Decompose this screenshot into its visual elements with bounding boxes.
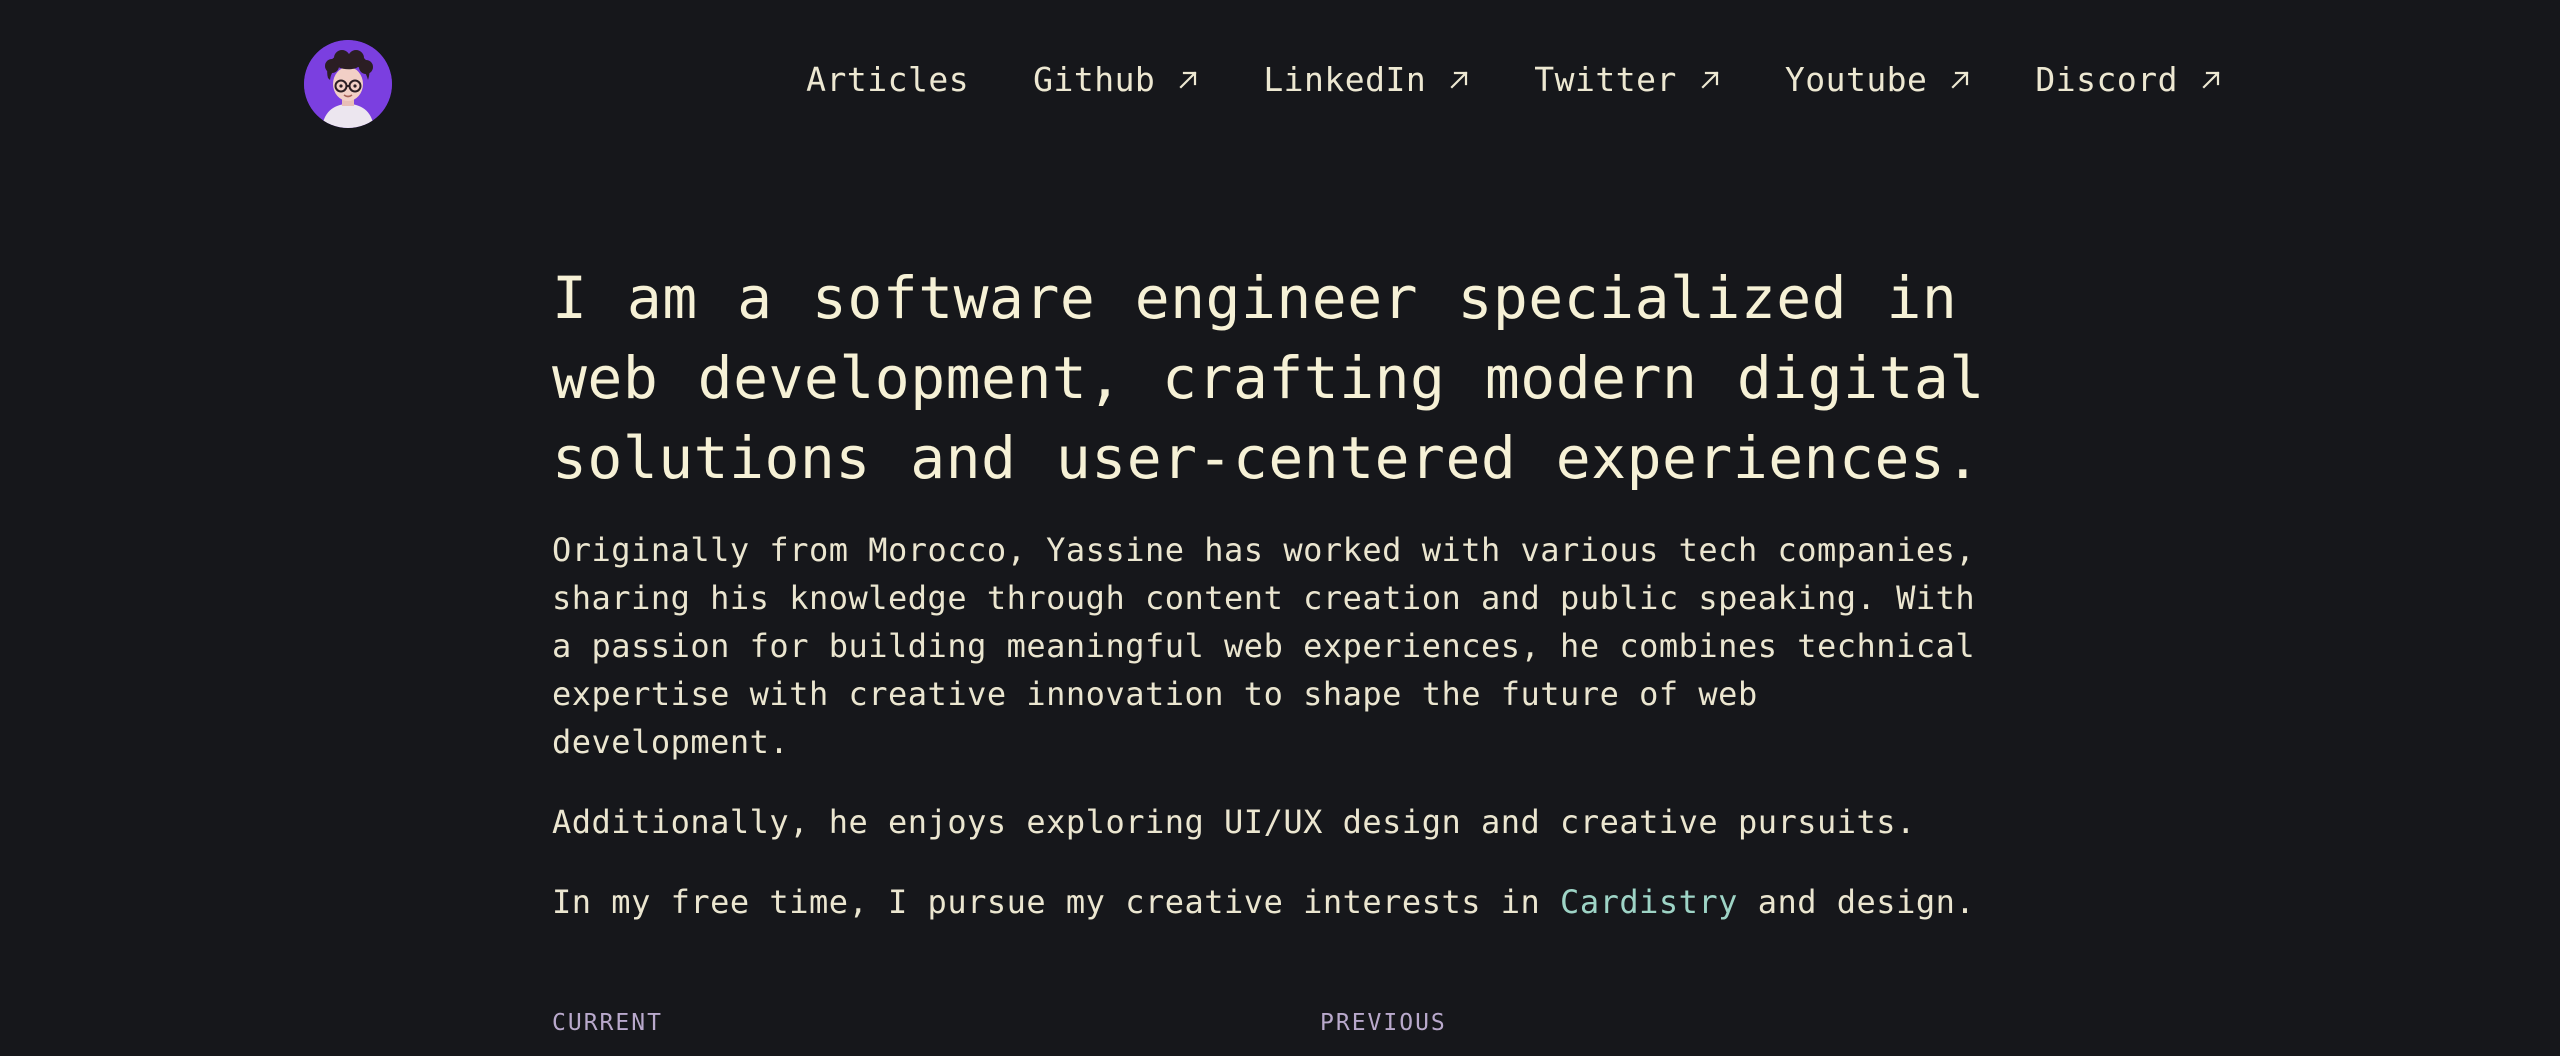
- external-arrow-icon: [1951, 70, 1969, 89]
- bio-paragraph: Originally from Morocco, Yassine has wor…: [552, 531, 1976, 761]
- nav-linkedin-label: LinkedIn: [1263, 60, 1427, 99]
- nav-twitter-label: Twitter: [1534, 60, 1677, 99]
- nav-linkedin-link[interactable]: LinkedIn: [1263, 60, 1470, 99]
- nav-youtube-link[interactable]: Youtube: [1785, 60, 1972, 99]
- section-label-current: CURRENT: [552, 1010, 663, 1036]
- external-arrow-icon: [2202, 70, 2220, 89]
- nav-twitter-link[interactable]: Twitter: [1534, 60, 1721, 99]
- section-label-previous: PREVIOUS: [1320, 1010, 1447, 1036]
- cardistry-link[interactable]: Cardistry: [1560, 883, 1738, 921]
- top-navigation: Articles Github LinkedIn Twitter Youtube…: [806, 60, 2222, 99]
- free-time-paragraph: In my free time, I pursue my creative in…: [552, 878, 2002, 926]
- nav-discord-label: Discord: [2035, 60, 2178, 99]
- external-arrow-icon: [1179, 70, 1197, 89]
- nav-articles-label: Articles: [806, 60, 970, 99]
- nav-github-label: Github: [1033, 60, 1156, 99]
- nav-github-link[interactable]: Github: [1033, 60, 1199, 99]
- main-content: I am a software engineer specialized in …: [552, 258, 2002, 926]
- avatar[interactable]: [304, 40, 392, 128]
- free-time-text-before: In my free time, I pursue my creative in…: [552, 883, 1561, 921]
- nav-youtube-label: Youtube: [1784, 60, 1928, 99]
- interests-paragraph: Additionally, he enjoys exploring UI/UX …: [552, 803, 1916, 841]
- avatar-illustration: [304, 40, 392, 128]
- nav-articles-link[interactable]: Articles: [806, 60, 969, 99]
- page: Articles Github LinkedIn Twitter Youtube…: [0, 0, 2560, 1056]
- headline: I am a software engineer specialized in …: [552, 264, 1985, 492]
- free-time-text-after: and design.: [1737, 883, 1976, 921]
- nav-discord-link[interactable]: Discord: [2035, 60, 2222, 99]
- external-arrow-icon: [1701, 70, 1719, 89]
- external-arrow-icon: [1450, 70, 1468, 89]
